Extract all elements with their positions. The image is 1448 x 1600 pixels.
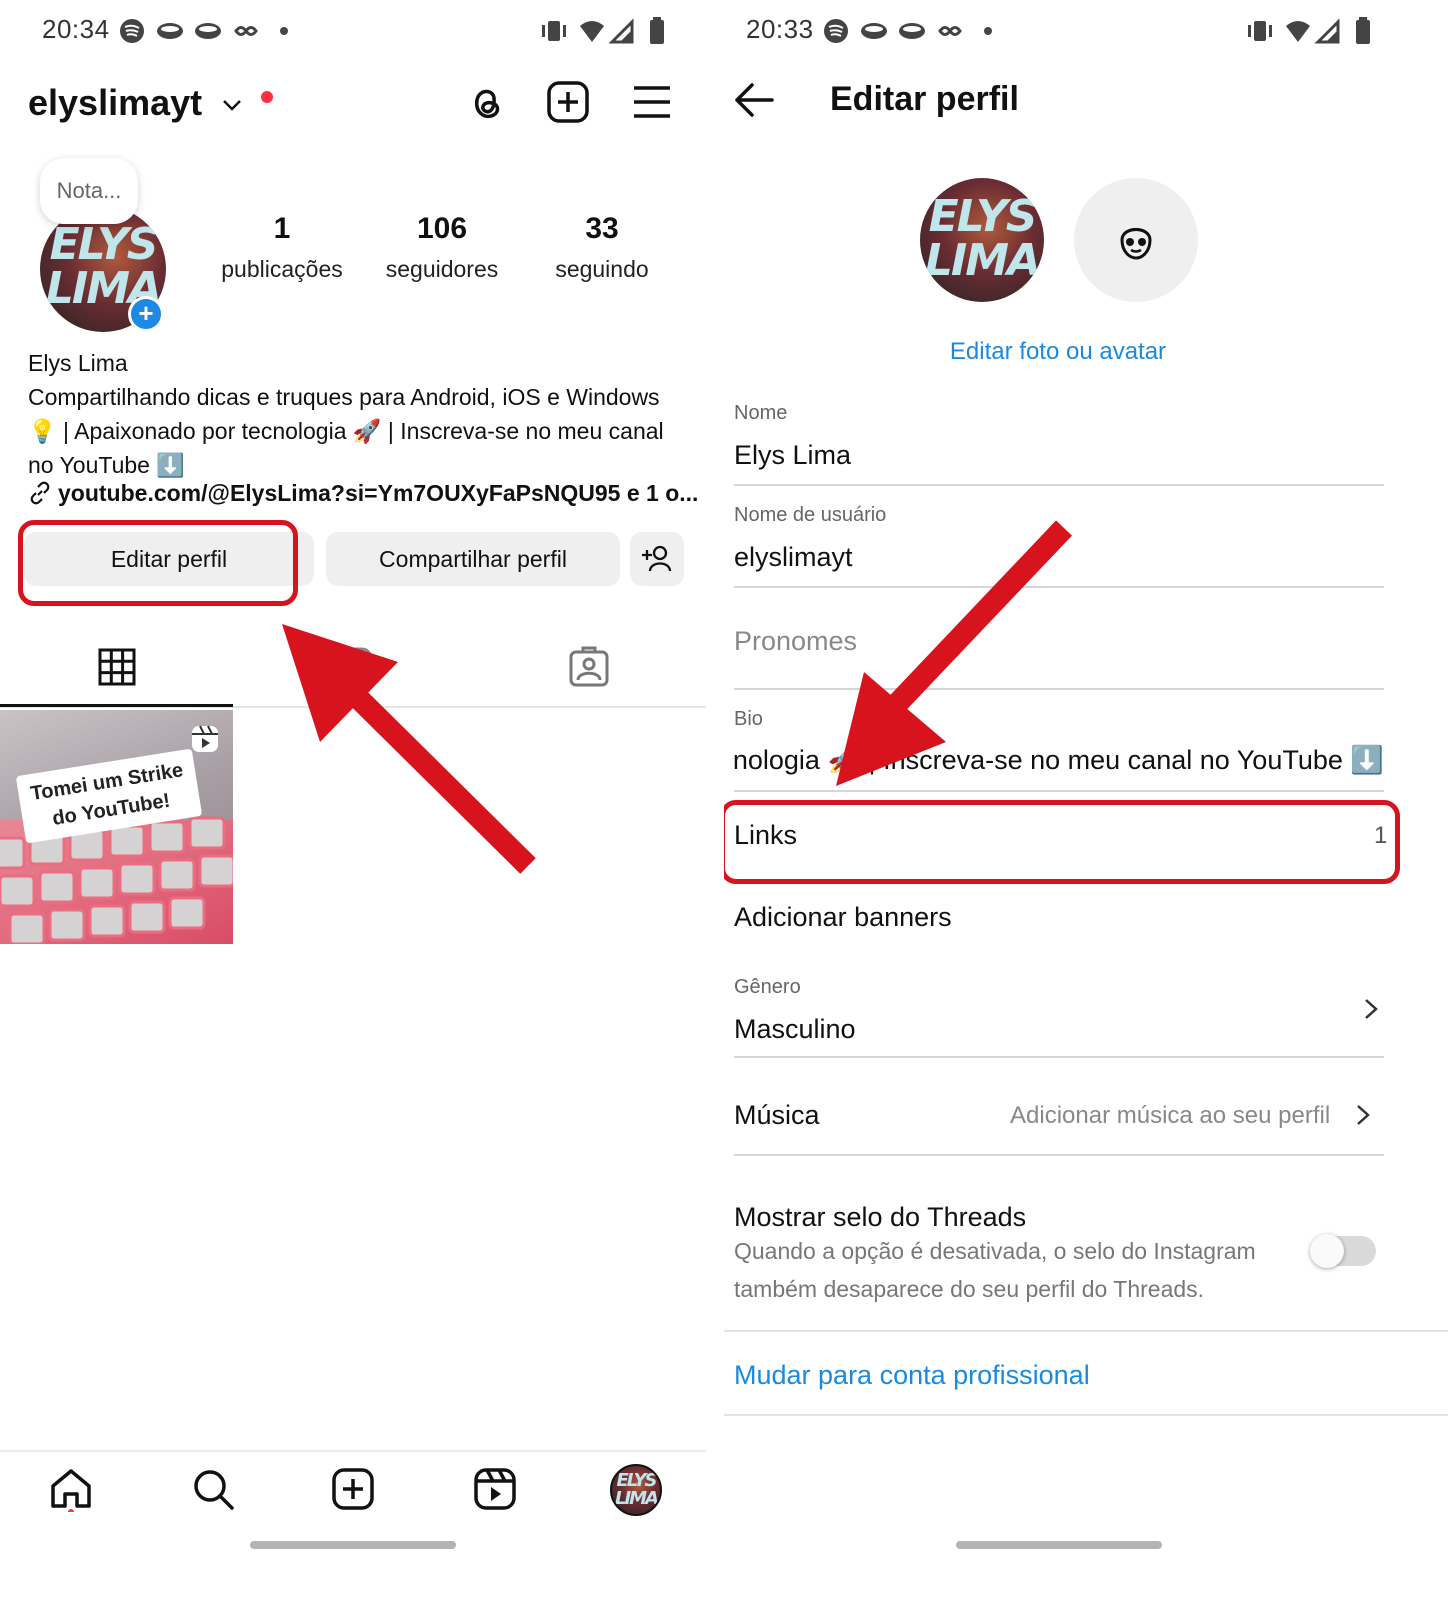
stat-label: seguidores [385,256,499,282]
bio-link-text: youtube.com/@ElysLima?si=Ym7OUXyFaPsNQU9… [58,480,699,506]
chevron-down-icon [223,100,242,112]
avatar-placeholder[interactable] [1074,178,1198,302]
back-arrow-icon[interactable] [732,80,776,120]
section-divider [724,1414,1448,1416]
note-bubble[interactable]: Nota... [40,158,138,224]
add-banners-row[interactable]: Adicionar banners [734,902,952,933]
avatar-face-icon [1120,228,1152,260]
profile-screen: 20:34 elyslimayt ELYS LIMA Nota... + 1 p… [0,0,724,1600]
edit-photo-link[interactable]: Editar foto ou avatar [724,338,1392,366]
stat-followers[interactable]: 106 seguidores [362,212,522,283]
notification-icons [120,19,288,43]
post-thumbnail[interactable]: Tomei um Strike do YouTube! [0,710,233,944]
add-friend-button[interactable] [630,532,684,586]
avatar-logo-line1: ELYS [616,1470,658,1491]
threads-badge-desc: também desaparece do seu perfil do Threa… [734,1276,1205,1302]
threads-badge-desc: Quando a opção é desativada, o selo do I… [734,1238,1256,1264]
field-divider [734,688,1384,690]
music-row[interactable]: Música [734,1100,820,1131]
gender-label: Gênero [734,976,801,998]
name-field[interactable]: Elys Lima [734,440,851,471]
profile-nav-avatar[interactable]: ELYS LIMA [610,1464,662,1516]
bottom-nav-divider [0,1450,706,1452]
bio-line: Compartilhando dicas e truques para Andr… [28,384,660,410]
search-icon[interactable] [190,1466,236,1512]
gender-field[interactable]: Masculino [734,1014,856,1045]
username-label: Nome de usuário [734,504,887,526]
share-profile-button[interactable]: Compartilhar perfil [326,532,620,586]
threads-badge-toggle[interactable] [1310,1234,1376,1268]
link-icon [30,481,50,505]
display-name: Elys Lima [28,350,128,376]
field-divider [734,1056,1384,1058]
avatar-logo-line2: LIMA [614,1488,659,1509]
music-hint: Adicionar música ao seu perfil [1010,1102,1331,1129]
new-post-icon[interactable] [330,1466,376,1512]
profile-username[interactable]: elyslimayt [28,82,274,124]
tagged-tab-icon[interactable] [568,646,610,688]
toggle-knob [1310,1234,1344,1268]
edit-profile-screen: 20:33 Editar perfil ELYS LIMA Editar fot… [724,0,1448,1600]
stat-value: 33 [585,212,619,245]
bio-field-text: tecnologia 🚀 | Inscreva-se no meu canal … [734,745,1384,775]
avatar-logo-line1: ELYS [928,191,1038,242]
bio-label: Bio [734,708,763,730]
username-field[interactable]: elyslimayt [734,542,853,573]
chevron-right-icon [1357,1105,1370,1125]
add-person-icon [642,545,672,572]
stat-label: seguindo [555,256,649,282]
add-story-icon[interactable]: + [128,296,164,332]
gesture-bar [250,1541,456,1549]
reels-icon[interactable] [472,1466,518,1512]
reels-tab-icon[interactable] [332,646,374,688]
stat-posts[interactable]: 1 publicações [202,212,362,283]
active-tab-indicator [0,704,233,707]
gesture-bar [956,1541,1162,1549]
notification-icons [824,19,992,43]
profile-photo[interactable]: ELYS LIMA [920,178,1044,302]
field-divider [734,790,1384,792]
grid-tab-icon[interactable] [98,648,136,686]
reel-badge-icon [192,725,218,752]
chevron-right-icon [1365,999,1378,1019]
threads-badge-title: Mostrar selo do Threads [734,1202,1027,1232]
avatar-logo-line1: ELYS [49,219,159,270]
system-status-icons [542,17,664,44]
status-bar: 20:33 [724,10,1448,50]
name-label: Nome [734,402,788,424]
status-time: 20:34 [42,14,110,44]
avatar-logo-line2: LIMA [924,235,1041,286]
create-post-icon[interactable] [546,80,590,124]
bio-line: 💡 | Apaixonado por tecnologia 🚀 | Inscre… [28,418,664,444]
section-divider [724,1330,1448,1332]
profile-bio: Elys Lima Compartilhando dicas e truques… [28,346,698,482]
threads-icon[interactable] [464,80,508,124]
status-bar: 20:34 [0,10,724,50]
bio-line: no YouTube ⬇️ [28,452,185,478]
stat-value: 1 [273,212,291,245]
field-divider [734,1154,1384,1156]
bio-link[interactable]: youtube.com/@ElysLima?si=Ym7OUXyFaPsNQU9… [28,480,698,507]
notification-dot-icon [261,91,274,103]
page-title: Editar perfil [830,80,1019,118]
stat-label: publicações [221,256,343,282]
home-icon[interactable] [48,1466,94,1512]
switch-professional-link[interactable]: Mudar para conta profissional [734,1360,1090,1391]
annotation-highlight-edit [18,520,298,606]
stat-following[interactable]: 33 seguindo [522,212,682,283]
field-divider [734,586,1384,588]
stat-value: 106 [416,212,468,245]
system-status-icons [1248,17,1370,44]
bio-field[interactable]: tecnologia 🚀 | Inscreva-se no meu canal … [734,744,1384,784]
menu-icon[interactable] [630,80,674,124]
annotation-highlight-links [724,800,1400,884]
status-time: 20:33 [746,14,814,44]
pronouns-field[interactable]: Pronomes [734,626,857,657]
field-divider [734,484,1384,486]
username-text: elyslimayt [28,82,203,123]
